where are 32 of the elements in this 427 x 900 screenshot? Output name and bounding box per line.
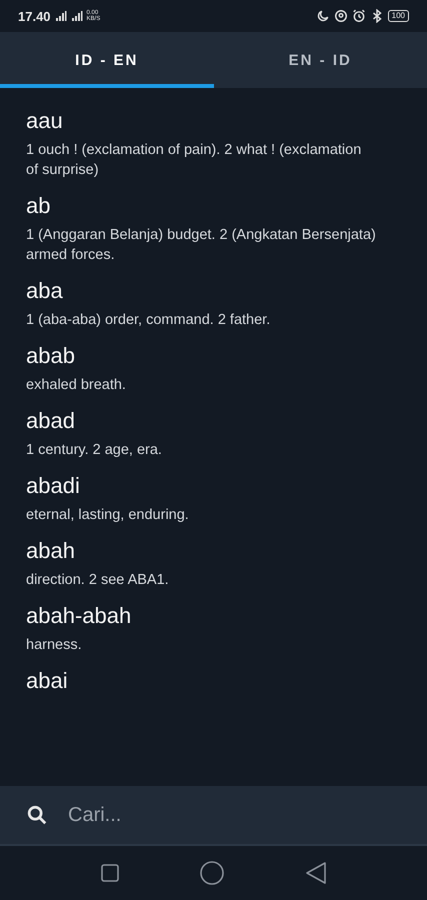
entry-definition: 1 (aba-aba) order, command. 2 father. bbox=[26, 311, 272, 330]
entry-word[interactable]: abab bbox=[26, 343, 377, 369]
language-tab[interactable]: ID - EN bbox=[0, 32, 214, 88]
entry-definition: 1 century. 2 age, era. bbox=[26, 441, 163, 460]
search-field[interactable]: Cari... bbox=[66, 802, 401, 828]
entry-word[interactable]: abah-abah bbox=[26, 603, 377, 629]
moon-icon bbox=[316, 9, 330, 23]
home-icon[interactable] bbox=[200, 861, 224, 885]
entry-word[interactable]: aba bbox=[26, 278, 377, 304]
location-icon bbox=[334, 9, 348, 23]
entry-definition: eternal, lasting, enduring. bbox=[26, 506, 190, 525]
signal-icon bbox=[70, 10, 83, 22]
alarm-icon bbox=[352, 9, 366, 23]
language-tab[interactable]: EN - ID bbox=[214, 32, 427, 88]
entry-definition: exhaled breath. bbox=[26, 376, 127, 395]
entry-word[interactable]: abad bbox=[26, 408, 377, 434]
entry-word[interactable]: ab bbox=[26, 193, 377, 219]
entry-word[interactable]: abadi bbox=[26, 473, 377, 499]
battery-level: 100 bbox=[388, 10, 409, 22]
entry-definition: harness. bbox=[26, 636, 83, 655]
entry-word[interactable]: aau bbox=[26, 108, 377, 134]
signal-icon bbox=[54, 10, 67, 22]
recents-icon[interactable] bbox=[100, 864, 119, 882]
entry-word[interactable]: abah bbox=[26, 538, 377, 564]
clock-time: 17.40 bbox=[18, 8, 51, 24]
entry-definition: direction. 2 see ABA1. bbox=[26, 571, 170, 590]
search-bar[interactable]: Cari... bbox=[0, 786, 427, 846]
search-icon bbox=[26, 804, 48, 826]
entry-word[interactable]: abai bbox=[26, 668, 377, 694]
entry-definition: 1 ouch ! (exclamation of pain). 2 what ! (exclamation of surprise) bbox=[26, 141, 362, 180]
entry-definition: 1 (Anggaran Belanja) budget. 2 (Angkatan Bersenjata) armed forces. bbox=[26, 226, 377, 265]
back-icon[interactable] bbox=[306, 862, 326, 884]
